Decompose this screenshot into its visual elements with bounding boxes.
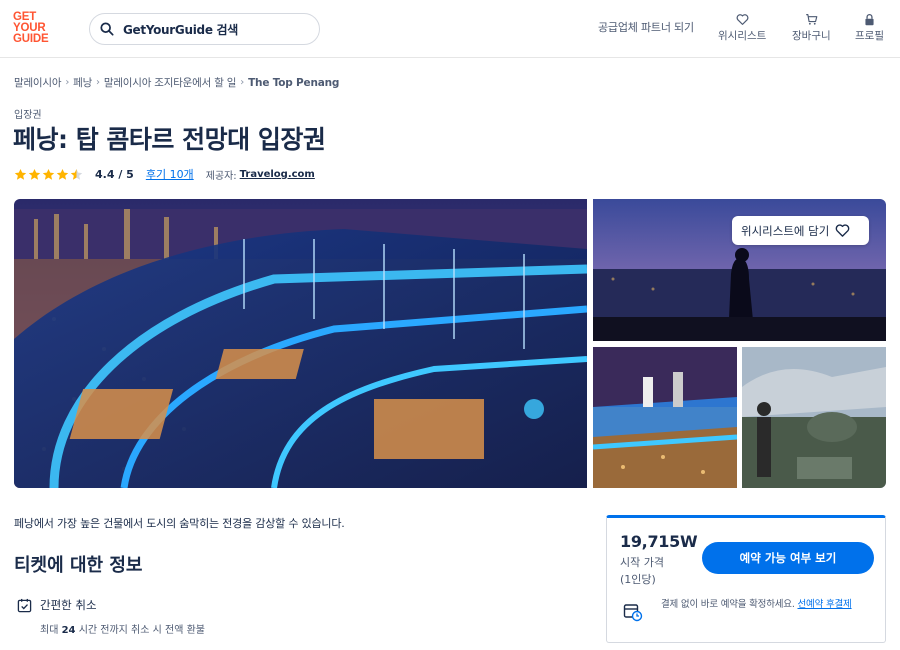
heart-icon xyxy=(736,14,749,25)
provider-link[interactable]: Travelog.com xyxy=(240,169,315,180)
site-header: GET YOUR GUIDE GetYourGuide 검색 공급업체 파트너 … xyxy=(0,0,900,58)
chevron-right-icon: › xyxy=(96,77,100,88)
product-description: 페낭에서 가장 높은 건물에서 도시의 숨막히는 전경을 감상할 수 있습니다. xyxy=(14,517,345,530)
breadcrumb-current[interactable]: The Top Penang xyxy=(248,77,339,89)
reserve-now-pay-later-link[interactable]: 선예약 후결제 xyxy=(798,599,852,610)
rating-stars xyxy=(14,168,83,181)
nav-wishlist[interactable]: 위시리스트 xyxy=(718,13,766,43)
search-icon xyxy=(100,22,114,36)
chevron-right-icon: › xyxy=(240,77,245,88)
gallery-image-4[interactable] xyxy=(742,347,886,488)
calendar-check-icon xyxy=(17,598,32,612)
heart-icon xyxy=(835,224,850,237)
nav-profile-label: 프로필 xyxy=(855,30,884,42)
feature-free-cancellation: 간편한 취소 xyxy=(17,597,97,613)
feature-description: 최대 24 시간 전까지 취소 시 전액 환불 xyxy=(40,621,205,636)
add-to-wishlist-label: 위시리스트에 담기 xyxy=(741,223,830,238)
logo-line-3: GUIDE xyxy=(13,33,49,45)
feature-sub-suffix: 시간 전까지 취소 시 전액 환불 xyxy=(78,625,205,636)
getyourguide-logo[interactable]: GET YOUR GUIDE xyxy=(13,11,57,46)
breadcrumb-penang[interactable]: 페낭 xyxy=(73,75,92,90)
calendar-clock-icon xyxy=(623,604,643,622)
note-text: 결제 없이 바로 예약을 확정하세요. xyxy=(661,599,795,610)
booking-card: 19,715W 시작 가격 (1인당) 예약 가능 여부 보기 결제 없이 바로… xyxy=(606,515,886,643)
chevron-right-icon: › xyxy=(65,77,70,88)
cart-icon xyxy=(806,14,818,25)
nav-wishlist-label: 위시리스트 xyxy=(718,30,767,42)
nav-cart-label: 장바구니 xyxy=(792,30,831,42)
provider-label: 제공자: xyxy=(205,170,237,182)
rating-score: 4.4 / 5 xyxy=(95,167,134,181)
breadcrumb-things-to-do[interactable]: 말레이시아 조지타운에서 할 일 xyxy=(104,75,237,90)
star-icon xyxy=(14,168,27,180)
price-label: 시작 가격 xyxy=(620,556,664,569)
lock-icon xyxy=(865,13,874,26)
search-placeholder: GetYourGuide 검색 xyxy=(123,22,239,37)
breadcrumb: 말레이시아 › 페낭 › 말레이시아 조지타운에서 할 일 › The Top … xyxy=(14,75,339,90)
ticket-info-heading: 티켓에 대한 정보 xyxy=(14,555,143,576)
star-icon xyxy=(42,168,55,180)
star-icon xyxy=(56,168,69,180)
product-category: 입장권 xyxy=(14,110,42,121)
half-star-icon xyxy=(70,168,83,180)
star-icon xyxy=(28,168,41,180)
price: 19,715W xyxy=(620,532,698,551)
rating-row: 4.4 / 5 후기 10개 제공자: Travelog.com xyxy=(14,166,315,182)
gallery-main-image[interactable] xyxy=(14,199,587,488)
price-unit: (1인당) xyxy=(620,573,656,586)
reserve-now-pay-later-note: 결제 없이 바로 예약을 확정하세요. 선예약 후결제 xyxy=(661,598,881,612)
feature-title: 간편한 취소 xyxy=(40,598,97,612)
check-availability-button[interactable]: 예약 가능 여부 보기 xyxy=(702,542,874,574)
reviews-link[interactable]: 후기 10개 xyxy=(146,166,194,182)
feature-sub-hours: 24 xyxy=(61,625,76,636)
nav-cart[interactable]: 장바구니 xyxy=(792,13,831,43)
feature-sub-prefix: 최대 xyxy=(40,625,59,636)
page-title: 페낭: 탑 콤타르 전망대 입장권 xyxy=(13,125,326,154)
become-partner-link[interactable]: 공급업체 파트너 되기 xyxy=(598,19,694,35)
breadcrumb-malaysia[interactable]: 말레이시아 xyxy=(14,75,62,90)
gallery-image-3[interactable] xyxy=(593,347,737,488)
nav-profile[interactable]: 프로필 xyxy=(855,13,884,43)
search-input[interactable]: GetYourGuide 검색 xyxy=(89,13,320,45)
add-to-wishlist-button[interactable]: 위시리스트에 담기 xyxy=(732,216,869,245)
